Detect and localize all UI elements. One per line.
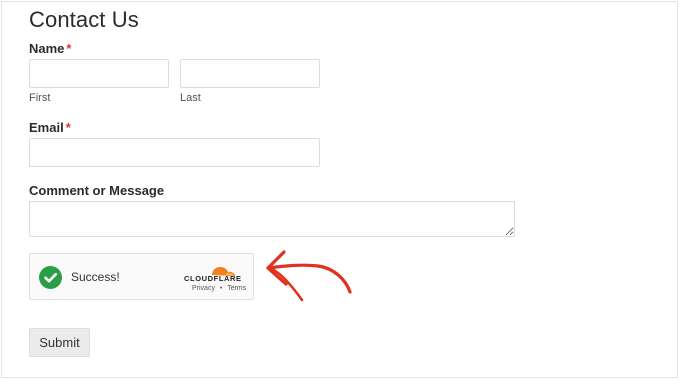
captcha-status-text: Success! (71, 270, 120, 284)
first-name-input[interactable] (29, 59, 169, 88)
link-separator: • (219, 285, 223, 292)
required-mark: * (66, 41, 72, 56)
comment-textarea[interactable] (29, 201, 515, 237)
name-label: Name * (29, 41, 71, 56)
email-input[interactable] (29, 138, 320, 167)
check-circle-icon (39, 266, 62, 289)
required-mark: * (65, 120, 71, 135)
cloudflare-wordmark: CLOUDFLARE (184, 274, 242, 283)
email-label-text: Email (29, 120, 64, 135)
last-name-sublabel: Last (180, 92, 201, 104)
hand-drawn-arrow-icon (266, 250, 352, 302)
last-name-input[interactable] (180, 59, 320, 88)
captcha-links: Privacy • Terms (192, 285, 246, 292)
first-name-sublabel: First (29, 92, 51, 104)
email-label: Email * (29, 120, 71, 135)
comment-label: Comment or Message (29, 183, 165, 198)
name-label-text: Name (29, 41, 65, 56)
privacy-link[interactable]: Privacy (192, 285, 215, 292)
page-title: Contact Us (29, 7, 139, 32)
captcha-widget[interactable]: Success! CLOUDFLARE Privacy • Terms (29, 253, 254, 300)
submit-button[interactable]: Submit (29, 328, 90, 357)
terms-link[interactable]: Terms (227, 285, 246, 292)
